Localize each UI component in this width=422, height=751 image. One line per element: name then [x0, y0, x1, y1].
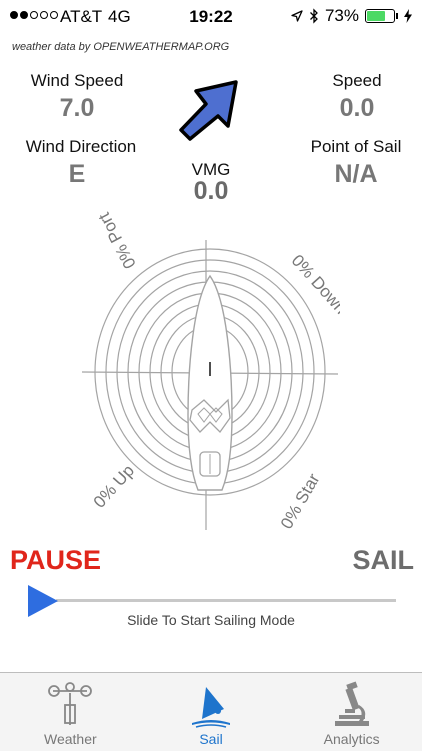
point-of-sail-value: N/A — [334, 160, 378, 188]
wind-direction-label: Wind Direction — [25, 137, 137, 156]
pause-label: PAUSE — [10, 545, 102, 575]
wind-direction-arrow-icon — [179, 80, 238, 141]
tab-weather-label: Weather — [44, 731, 97, 747]
battery-icon — [365, 9, 395, 23]
microscope-icon — [334, 681, 369, 726]
status-right: 73% — [291, 6, 412, 26]
charging-icon — [404, 9, 412, 23]
weather-attribution: weather data by OPENWEATHERMAP.ORG — [12, 41, 230, 53]
tab-weather[interactable]: Weather — [0, 673, 141, 751]
bluetooth-icon — [310, 8, 318, 24]
polar-diagram: 0% Port 0% Down 0% Up 0% Star — [81, 209, 340, 530]
sail-label: SAIL — [352, 545, 414, 575]
speed-value: 0.0 — [339, 94, 375, 122]
tab-analytics-label: Analytics — [323, 731, 380, 747]
windsurfer-icon — [192, 687, 230, 728]
port-label: 0% Port — [94, 209, 139, 272]
wind-direction-value: E — [68, 160, 86, 188]
status-bar: AT&T 4G 19:22 73% — [0, 0, 422, 34]
star-label: 0% Star — [277, 470, 324, 530]
location-icon — [291, 10, 303, 22]
battery-cap — [396, 13, 398, 19]
tab-bar: Weather Sail Analytics — [0, 672, 422, 751]
speed-label: Speed — [332, 71, 382, 90]
wind-speed-label: Wind Speed — [30, 71, 124, 90]
tab-analytics[interactable]: Analytics — [281, 673, 422, 751]
wind-speed-value: 7.0 — [59, 94, 95, 122]
point-of-sail-label: Point of Sail — [310, 137, 402, 156]
up-label: 0% Up — [90, 461, 138, 512]
tab-sail-label: Sail — [199, 731, 223, 747]
tab-sail[interactable]: Sail — [141, 673, 282, 751]
anemometer-icon — [48, 682, 93, 725]
sail-mode-slider-track[interactable] — [56, 599, 396, 602]
windsurf-board-icon — [187, 274, 233, 491]
slider-hint: Slide To Start Sailing Mode — [127, 612, 295, 628]
battery-percent: 73% — [324, 6, 359, 25]
